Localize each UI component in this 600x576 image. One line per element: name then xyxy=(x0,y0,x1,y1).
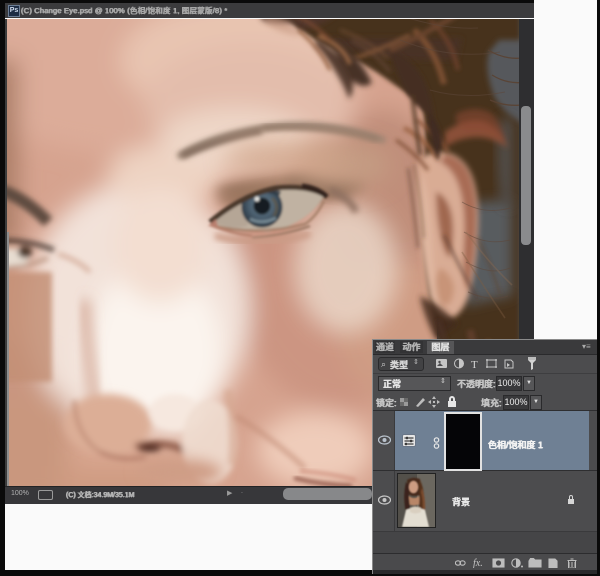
svg-text:fx.: fx. xyxy=(473,558,483,568)
svg-text:T: T xyxy=(471,359,478,370)
